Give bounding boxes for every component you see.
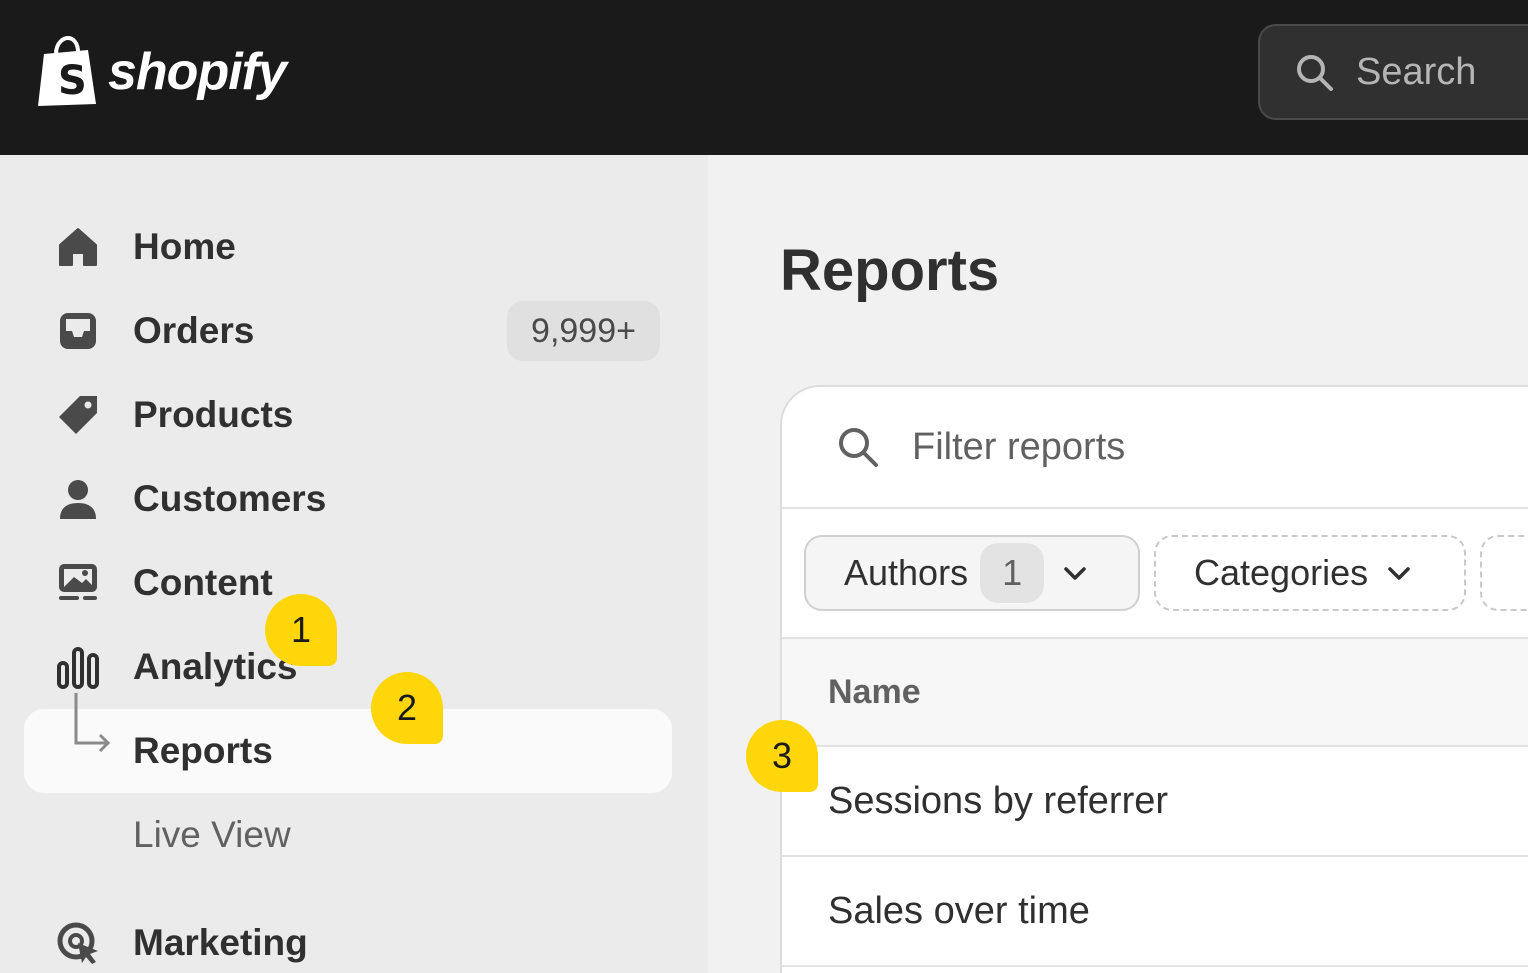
step-marker-2: 2 [371,672,443,744]
page-title: Reports [780,238,1000,303]
sidebar-item-label: Home [133,226,236,267]
report-name[interactable]: Sales over time [828,890,1090,933]
report-name[interactable]: Sessions by referrer [828,780,1168,823]
sidebar: Home Orders 9,999+ Products Customers Co… [0,155,708,973]
home-icon [56,225,100,269]
sidebar-item-content[interactable]: Content [24,541,672,625]
step-marker-1: 1 [265,594,337,666]
sidebar-item-home[interactable]: Home [24,205,672,289]
orders-count-badge: 9,999+ [507,301,660,361]
main-content: Reports Filter reports Authors 1 Categor… [708,155,1528,973]
svg-text:S: S [58,58,87,104]
chip-label: Authors [844,552,969,593]
sidebar-item-label: Customers [133,478,327,519]
top-bar: S shopify Search [0,0,1528,155]
tag-icon [56,393,100,437]
sidebar-item-customers[interactable]: Customers [24,457,672,541]
sidebar-item-label: Content [133,562,273,603]
authors-count: 1 [980,543,1045,603]
sidebar-item-label: Live View [133,814,291,855]
target-icon [56,921,100,965]
sidebar-item-live-view[interactable]: Live View [24,793,672,877]
sidebar-item-marketing[interactable]: Marketing [24,901,672,973]
shopping-bag-icon: S [38,36,96,106]
search-icon [1297,55,1333,91]
authors-filter-chip[interactable]: Authors 1 [804,535,1140,611]
step-marker-3: 3 [746,720,818,792]
inbox-icon [56,309,100,353]
sidebar-item-reports[interactable]: Reports [24,693,672,793]
sidebar-item-label: Orders [133,310,255,351]
brand-name: shopify [108,43,287,101]
image-icon [56,561,100,605]
more-filter-chip[interactable] [1480,535,1528,611]
table-row[interactable]: Sales over time [782,857,1528,967]
table-row[interactable]: Sessions by referrer [782,747,1528,857]
bar-chart-icon [56,645,100,689]
filter-placeholder: Filter reports [912,425,1126,468]
column-name-header[interactable]: Name [828,673,921,712]
search-bar[interactable]: Search [1258,24,1528,120]
chevron-down-icon [1064,567,1086,580]
chevron-down-icon [1388,567,1410,580]
reports-card: Filter reports Authors 1 Categories Name… [780,385,1528,973]
sidebar-item-label: Reports [133,730,273,771]
search-placeholder: Search [1356,50,1477,93]
table-header: Name [782,639,1528,747]
sidebar-item-label: Products [133,394,294,435]
sidebar-item-analytics[interactable]: Analytics [24,625,672,709]
filter-reports-input[interactable]: Filter reports [782,387,1528,509]
shopify-logo[interactable]: S shopify [36,36,287,108]
person-icon [56,477,100,521]
sidebar-item-orders[interactable]: Orders 9,999+ [24,289,672,373]
sidebar-item-label: Marketing [133,922,308,963]
sub-arrow-icon [70,693,114,757]
categories-filter-chip[interactable]: Categories [1154,535,1466,611]
search-icon [839,428,878,467]
sidebar-item-products[interactable]: Products [24,373,672,457]
filter-chips: Authors 1 Categories [782,511,1528,639]
chip-label: Categories [1194,552,1369,593]
